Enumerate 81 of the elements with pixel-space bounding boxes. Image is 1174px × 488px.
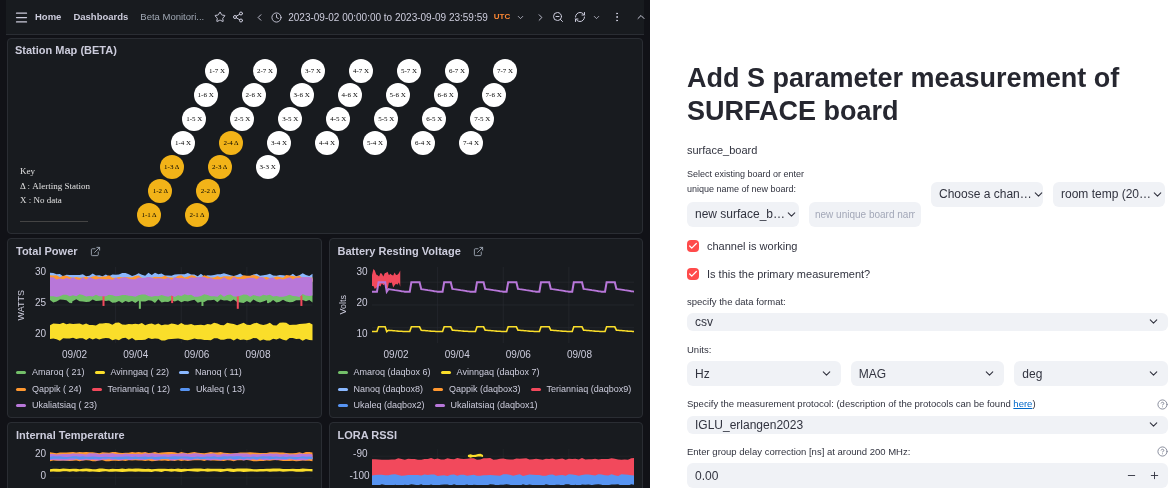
legend-label[interactable]: Nanoq ( 11) [194, 366, 242, 380]
checkbox[interactable] [687, 239, 699, 252]
panel-title: Internal Temperature [16, 427, 125, 443]
field-label: Units: [687, 343, 713, 357]
external-link-icon[interactable] [89, 245, 101, 257]
help-icon[interactable] [1157, 446, 1168, 458]
board-select[interactable]: new surface_b… [687, 201, 799, 227]
x-tick-label: 09/06 [505, 348, 531, 362]
y-tick-label: 25 [33, 298, 46, 308]
timezone-label[interactable]: UTC [493, 11, 511, 23]
checkbox[interactable] [687, 268, 699, 281]
legend-label[interactable]: Qappik (daqbox3) [449, 382, 521, 396]
board-type-text: surface_board [687, 143, 759, 158]
y-tick-label: 20 [355, 298, 368, 308]
legend-label[interactable]: Avinngaq ( 22) [110, 366, 169, 380]
panel-title: LORA RSSI [337, 427, 397, 443]
unit-select[interactable]: MAG [850, 361, 1005, 387]
legend-label[interactable]: Terianniaq ( 12) [107, 382, 171, 396]
legend-label[interactable]: Ukaliatsiaq ( 23) [32, 399, 98, 413]
y-tick-label: 10 [355, 329, 368, 339]
y-tick-label: 30 [355, 267, 368, 277]
legend-label[interactable]: Avinngaq (daqbox 7) [456, 366, 540, 380]
field-label: specify the data format: [687, 294, 787, 309]
share-icon[interactable] [232, 11, 245, 23]
legend-label[interactable]: Ukaleq ( 13) [196, 382, 246, 396]
key-text: Δ : Alerting Station [20, 179, 91, 193]
external-link-icon[interactable] [472, 245, 484, 257]
legend-label[interactable]: Amaroq ( 21) [32, 366, 85, 380]
key-text: Key [20, 165, 36, 178]
key-text: X : No data [20, 194, 63, 207]
checkbox-label: channel is working [707, 238, 798, 254]
help-icon[interactable] [1157, 398, 1168, 410]
x-tick-label: 09/02 [383, 348, 409, 362]
star-icon[interactable] [214, 11, 227, 23]
breadcrumb-link[interactable]: Beta Monitori... [140, 9, 205, 25]
y-axis-label: Volts [336, 295, 349, 315]
field-label: Enter group delay correction [ns] at around 200 MHz: [687, 444, 911, 459]
legend-label[interactable]: Terianniaq (daqbox9) [546, 382, 632, 396]
page-title: Add S parameter measurement of SURFACE board [687, 62, 1121, 128]
y-tick-label: 0 [39, 471, 46, 481]
panel-title: Battery Resting Voltage [337, 243, 461, 259]
channel-select[interactable]: Choose a chan… [931, 181, 1043, 207]
x-tick-label: 09/02 [62, 348, 88, 362]
unit-select[interactable]: deg [1014, 361, 1168, 387]
breadcrumb-link[interactable]: Dashboards [73, 9, 129, 25]
x-tick-label: 09/08 [245, 348, 271, 362]
checkbox-label: Is this the primary measurement? [707, 267, 871, 282]
protocol-select[interactable]: IGLU_erlangen2023 [687, 415, 1168, 434]
zoom-out-icon[interactable] [552, 11, 565, 23]
y-tick-label: -90 [352, 449, 368, 459]
series-band [371, 269, 400, 290]
breadcrumb-link[interactable]: Home [35, 9, 62, 25]
panel-title: Total Power [16, 243, 78, 259]
x-tick-label: 09/04 [123, 348, 149, 362]
data-format-select[interactable]: csv [687, 312, 1168, 331]
check-icon [688, 269, 698, 280]
y-tick-label: 20 [33, 449, 46, 459]
legend-label[interactable]: Amaroq (daqbox 6) [353, 366, 431, 380]
y-tick-label: 20 [33, 329, 46, 339]
field-label: Specify the measurement protocol: (description of the protocols can be found here) [687, 397, 1036, 412]
legend-label[interactable]: Ukaliatsiaq (daqbox1) [450, 399, 538, 413]
unit-select[interactable]: Hz [687, 361, 841, 387]
legend-label[interactable]: Ukaleq (daqbox2) [353, 399, 425, 413]
condition-select[interactable]: room temp (20… [1053, 181, 1165, 207]
x-tick-label: 09/04 [444, 348, 470, 362]
legend-label[interactable]: Qappik ( 24) [32, 382, 82, 396]
time-range-text[interactable]: 2023-09-02 00:00:00 to 2023-09-09 23:59:59 [288, 9, 488, 25]
menu-icon[interactable] [14, 9, 29, 25]
check-icon [688, 240, 698, 251]
increment-icon[interactable] [1149, 470, 1160, 481]
refresh-icon[interactable] [574, 11, 587, 23]
x-tick-label: 09/08 [566, 348, 592, 362]
y-axis-label: WATTS [15, 289, 28, 321]
x-tick-label: 09/06 [184, 348, 210, 362]
clock-icon [271, 11, 283, 23]
field-label: Select existing board or enter unique name of new board: [687, 167, 806, 196]
y-tick-label: 30 [33, 267, 46, 277]
legend-label[interactable]: Nanoq (daqbox8) [353, 382, 424, 396]
y-tick-label: -100 [349, 471, 368, 481]
panel-title: Station Map (BETA) [15, 43, 117, 58]
delay-number-input[interactable]: 0.00 [687, 463, 1168, 488]
